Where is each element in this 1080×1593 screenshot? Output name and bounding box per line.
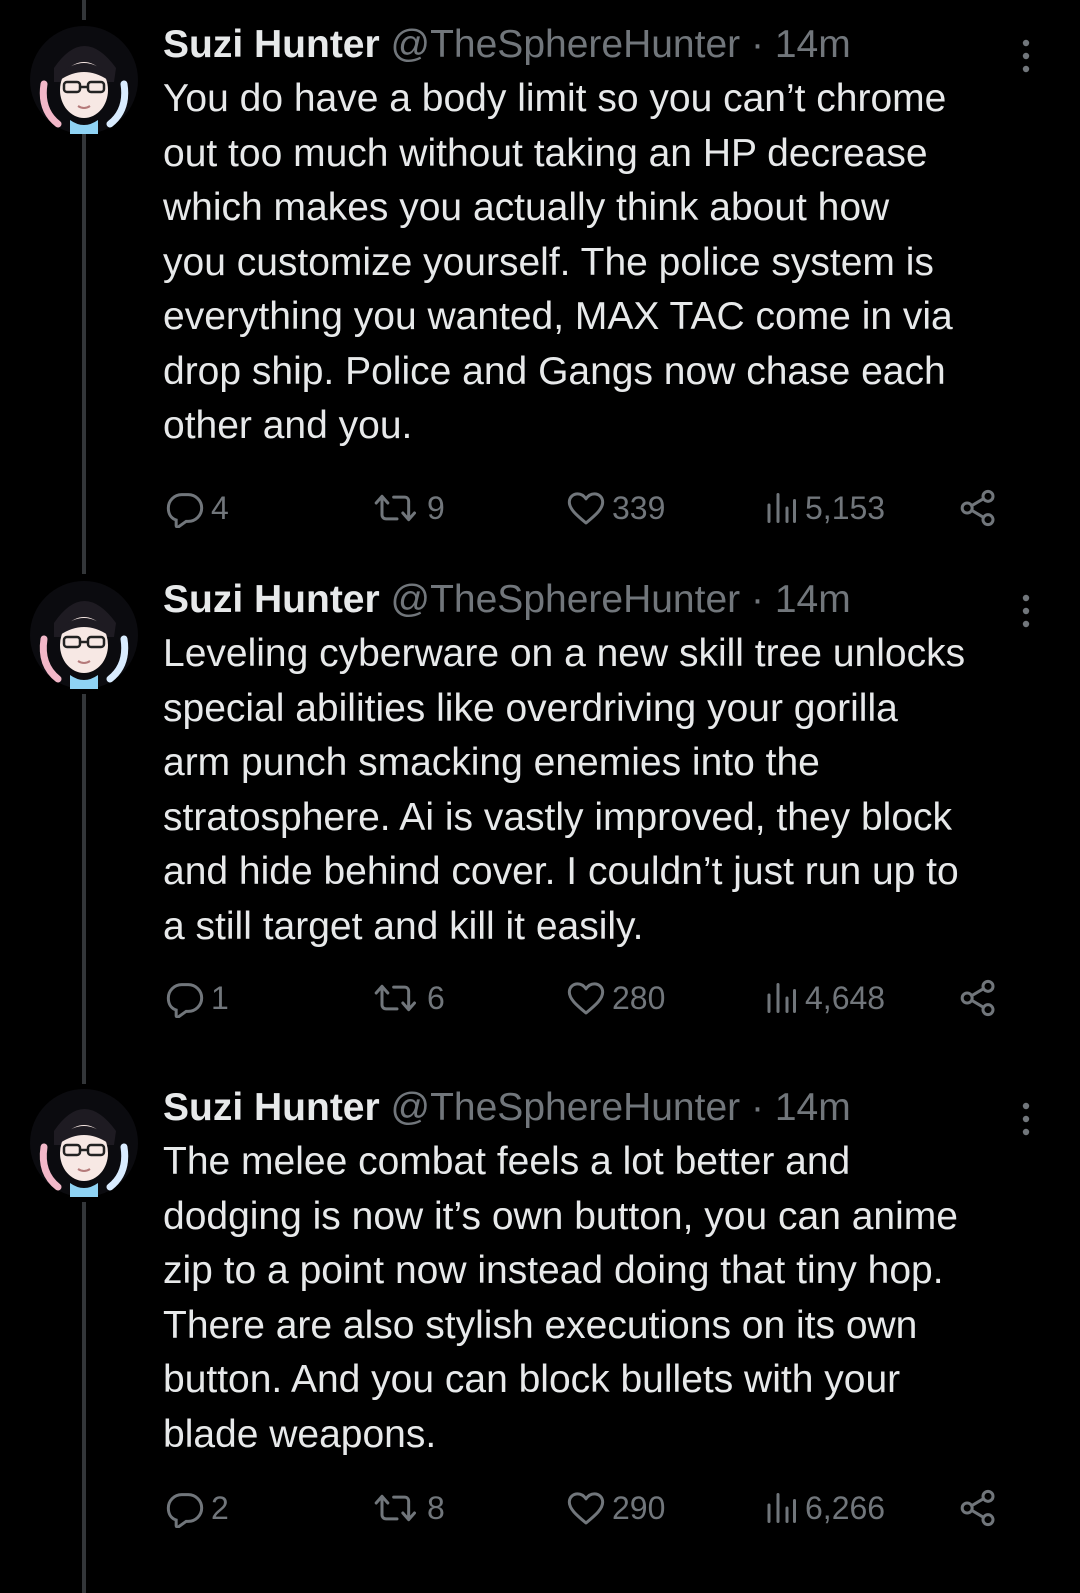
share-button[interactable] <box>958 483 998 533</box>
tweet-text-line: arm punch smacking enemies into the <box>163 741 820 784</box>
tweet-text-line: You do have a body limit so you can’t ch… <box>163 77 947 120</box>
retweet-button[interactable]: 8 <box>373 1483 445 1533</box>
views-button[interactable]: 4,648 <box>763 973 885 1023</box>
retweet-count: 9 <box>427 489 445 526</box>
tweet-text-line: blade weapons. <box>163 1412 437 1456</box>
reply-button[interactable]: 2 <box>165 1483 229 1533</box>
tweet-text-line: which makes you actually think about how <box>163 186 890 229</box>
tweet-text-line: button. And you can block bullets with y… <box>163 1358 901 1401</box>
share-icon <box>960 489 995 527</box>
reply-button[interactable]: 4 <box>165 483 229 533</box>
more-icon[interactable] <box>1016 1101 1036 1137</box>
tweet-thread: Suzi Hunter @TheSphereHunter · 14m You d… <box>0 0 1080 1593</box>
avatar[interactable] <box>30 1089 138 1197</box>
views-icon <box>767 983 796 1013</box>
more-icon[interactable] <box>1016 38 1036 74</box>
reply-icon <box>166 1493 204 1528</box>
share-button[interactable] <box>958 1483 998 1533</box>
retweet-button[interactable]: 6 <box>373 973 445 1023</box>
like-button[interactable]: 339 <box>566 483 665 533</box>
like-icon <box>567 982 605 1015</box>
tweet-text: Leveling cyberware on a new skill tree u… <box>163 627 1043 954</box>
views-count: 5,153 <box>805 489 886 526</box>
like-count: 339 <box>612 489 666 526</box>
tweet[interactable]: Suzi Hunter @TheSphereHunter · 14m You d… <box>0 18 1080 538</box>
tweet-header: Suzi Hunter @TheSphereHunter · 14m <box>163 573 1043 627</box>
author-name[interactable]: Suzi Hunter <box>163 23 380 66</box>
tweet-actions: 1 6 280 4,648 <box>163 973 1043 1023</box>
reply-count: 4 <box>211 489 229 526</box>
reply-button[interactable]: 1 <box>165 973 229 1023</box>
reply-count: 1 <box>211 979 229 1016</box>
tweet-text-line: everything you wanted, MAX TAC come in v… <box>163 295 953 338</box>
tweet-timestamp[interactable]: 14m <box>775 578 851 621</box>
thread-connector-line <box>82 0 86 20</box>
views-icon <box>767 493 796 523</box>
like-count: 290 <box>612 1489 666 1526</box>
tweet-text-line: zip to a point now instead doing that ti… <box>163 1249 944 1292</box>
header-separator: · <box>750 23 764 66</box>
author-handle[interactable]: @TheSphereHunter <box>391 23 741 66</box>
tweet-text-line: out too much without taking an HP decrea… <box>163 131 928 175</box>
author-name[interactable]: Suzi Hunter <box>163 1086 380 1129</box>
retweet-icon <box>374 1494 416 1522</box>
like-icon <box>567 492 605 525</box>
views-icon <box>767 1493 796 1523</box>
tweet-header: Suzi Hunter @TheSphereHunter · 14m <box>163 18 1043 72</box>
reply-icon <box>166 983 204 1018</box>
tweet-text-line: other and you. <box>163 404 413 447</box>
retweet-icon <box>374 494 416 522</box>
retweet-icon <box>374 984 416 1012</box>
more-icon[interactable] <box>1016 593 1036 629</box>
tweet-timestamp[interactable]: 14m <box>775 1086 851 1129</box>
author-name[interactable]: Suzi Hunter <box>163 578 380 621</box>
reply-icon <box>166 493 204 528</box>
avatar[interactable] <box>30 26 138 134</box>
header-separator: · <box>750 578 764 621</box>
tweet-text-line: you customize yourself. The police syste… <box>163 240 934 284</box>
header-separator: · <box>750 1086 764 1129</box>
tweet-text-line: dodging is now it’s own button, you can … <box>163 1194 958 1238</box>
share-icon <box>960 1489 995 1527</box>
views-count: 6,266 <box>805 1489 886 1526</box>
views-count: 4,648 <box>805 979 886 1016</box>
share-icon <box>960 979 995 1017</box>
tweet[interactable]: Suzi Hunter @TheSphereHunter · 14m The m… <box>0 1081 1080 1581</box>
views-button[interactable]: 5,153 <box>763 483 885 533</box>
tweet-actions: 2 8 290 6,266 <box>163 1483 1043 1533</box>
tweet-text-line: The melee combat feels a lot better and <box>163 1140 851 1183</box>
tweet-text-line: and hide behind cover. I couldn’t just r… <box>163 850 959 893</box>
retweet-count: 6 <box>427 979 445 1016</box>
tweet-text-line: There are also stylish executions on its… <box>163 1303 918 1347</box>
tweet-text-line: Leveling cyberware on a new skill tree u… <box>163 632 966 675</box>
like-icon <box>567 1492 605 1525</box>
like-button[interactable]: 290 <box>566 1483 665 1533</box>
avatar[interactable] <box>30 581 138 689</box>
tweet-text-line: a still target and kill it easily. <box>163 904 644 948</box>
tweet-content: Suzi Hunter @TheSphereHunter · 14m Level… <box>163 573 1043 954</box>
tweet-content: Suzi Hunter @TheSphereHunter · 14m The m… <box>163 1081 1043 1462</box>
like-button[interactable]: 280 <box>566 973 665 1023</box>
share-button[interactable] <box>958 973 998 1023</box>
tweet-header: Suzi Hunter @TheSphereHunter · 14m <box>163 1081 1043 1135</box>
tweet[interactable]: Suzi Hunter @TheSphereHunter · 14m Level… <box>0 573 1080 1053</box>
retweet-count: 8 <box>427 1489 445 1526</box>
author-handle[interactable]: @TheSphereHunter <box>391 578 741 621</box>
like-count: 280 <box>612 979 666 1016</box>
reply-count: 2 <box>211 1489 229 1526</box>
tweet-timestamp[interactable]: 14m <box>775 23 851 66</box>
tweet-content: Suzi Hunter @TheSphereHunter · 14m You d… <box>163 18 1043 454</box>
tweet-text: The melee combat feels a lot better and … <box>163 1135 1043 1462</box>
author-handle[interactable]: @TheSphereHunter <box>391 1086 741 1129</box>
tweet-text-line: stratosphere. Ai is vastly improved, the… <box>163 795 953 839</box>
retweet-button[interactable]: 9 <box>373 483 445 533</box>
tweet-actions: 4 9 339 5,153 <box>163 483 1043 533</box>
views-button[interactable]: 6,266 <box>763 1483 885 1533</box>
tweet-text-line: special abilities like overdriving your … <box>163 686 898 730</box>
tweet-text-line: drop ship. Police and Gangs now chase ea… <box>163 349 946 393</box>
tweet-text: You do have a body limit so you can’t ch… <box>163 72 1043 454</box>
